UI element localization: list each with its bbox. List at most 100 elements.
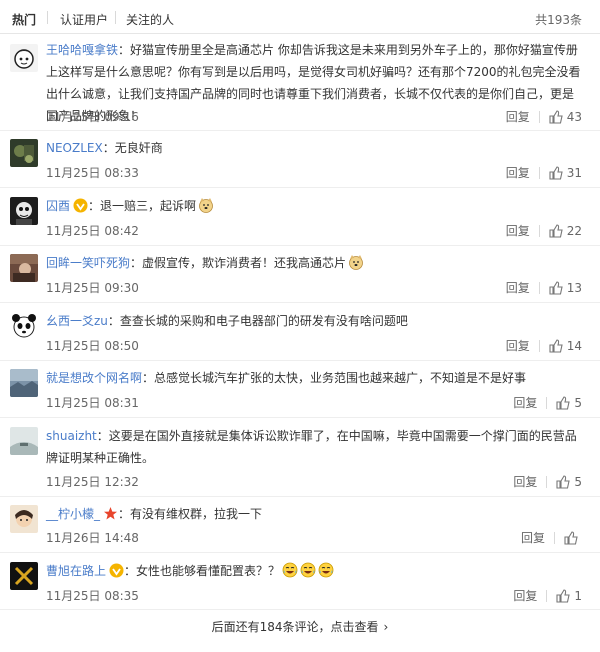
comment-time: 11月25日 08:35 <box>46 589 139 603</box>
comment-item: NEOZLEX：无良奸商 11月25日 08:33 回复 31 <box>0 131 600 188</box>
comment-time: 11月25日 08:31 <box>46 396 139 410</box>
comment-text: 虚假宣传，欺诈消费者！还我高通芯片 <box>142 256 347 270</box>
comment-time: 11月25日 09:30 <box>46 281 139 295</box>
like-button[interactable]: 5 <box>556 396 582 410</box>
like-button[interactable]: 31 <box>549 166 582 180</box>
avatar[interactable] <box>10 44 38 72</box>
reply-button[interactable]: 回复 <box>506 337 530 354</box>
like-button[interactable]: 1 <box>556 589 582 603</box>
comment-time: 11月25日 08:50 <box>46 339 139 353</box>
avatar[interactable] <box>10 312 38 340</box>
chevron-right-icon: › <box>383 620 389 634</box>
avatar[interactable] <box>10 197 38 225</box>
comment-username[interactable]: 就是想改个网名啊 <box>46 371 142 385</box>
avatar[interactable] <box>10 254 38 282</box>
reply-button[interactable]: 回复 <box>521 529 545 546</box>
comment-item: 王哈哈嘎拿铁：好猫宣传册里全是高通芯片 你却告诉我这是未来用到另外车子上的，那你… <box>0 34 600 131</box>
comment-actions: 回复 22 <box>506 222 582 239</box>
comment-time: 11月25日 08:42 <box>46 224 139 238</box>
reply-button[interactable]: 回复 <box>506 279 530 296</box>
comment-actions: 回复 43 <box>506 108 582 125</box>
laugh-cry-emoji-icon <box>318 562 334 578</box>
comment-text: 女性也能够看懂配置表？？ <box>136 564 281 578</box>
reply-button[interactable]: 回复 <box>513 394 537 411</box>
comment-actions: 回复 5 <box>513 473 582 490</box>
comment-time: 11月25日 12:32 <box>46 475 139 489</box>
comment-time: 11月26日 14:48 <box>46 531 139 545</box>
doge-emoji-icon <box>199 198 213 213</box>
tab-verified-users[interactable]: 认证用户 <box>60 11 108 28</box>
reply-button[interactable]: 回复 <box>506 164 530 181</box>
verified-badge-icon <box>109 563 124 578</box>
comment-tabs: 热门 认证用户 关注的人 共193条 <box>0 0 600 34</box>
comment-username[interactable]: NEOZLEX <box>46 141 103 155</box>
comment-username[interactable]: shuaizht <box>46 429 97 443</box>
comment-actions: 回复 5 <box>513 394 582 411</box>
comment-text: 查查长城的采购和电子电器部门的研发有没有啥问题吧 <box>119 314 408 328</box>
like-button[interactable]: 14 <box>549 339 582 353</box>
avatar[interactable] <box>10 139 38 167</box>
comment-username[interactable]: 曹旭在路上 <box>46 564 106 578</box>
comment-username[interactable]: 囚酉 <box>46 199 70 213</box>
comment-item: 囚酉 ：退一赔三，起诉啊 11月25日 08:42 回复 22 <box>0 188 600 246</box>
comment-actions: 回复 13 <box>506 279 582 296</box>
like-button[interactable]: 13 <box>549 281 582 295</box>
like-count: 5 <box>574 395 582 410</box>
like-button[interactable]: 22 <box>549 224 582 238</box>
reply-button[interactable]: 回复 <box>506 108 530 125</box>
comment-actions: 回复 14 <box>506 337 582 354</box>
more-comments-link[interactable]: 后面还有184条评论，点击查看 › <box>0 618 600 635</box>
avatar[interactable] <box>10 369 38 397</box>
like-count: 5 <box>574 474 582 489</box>
like-button[interactable]: 5 <box>556 475 582 489</box>
like-button[interactable] <box>564 530 582 545</box>
thumbs-up-icon <box>556 588 571 603</box>
reply-button[interactable]: 回复 <box>513 587 537 604</box>
comment-panel: 热门 认证用户 关注的人 共193条 王哈哈嘎拿铁：好猫宣传册里全是高通芯片 你… <box>0 0 600 652</box>
comment-username[interactable]: __柠小檬_ <box>46 507 100 521</box>
star-badge-icon <box>104 507 118 520</box>
thumbs-up-icon <box>549 109 563 124</box>
reply-button[interactable]: 回复 <box>506 222 530 239</box>
more-comments-label: 后面还有184条评论，点击查看 <box>211 620 379 634</box>
thumbs-up-icon <box>556 395 571 410</box>
comment-text: 总感觉长城汽车扩张的太快，业务范围也越来越广，不知道是不是好事 <box>154 371 527 385</box>
like-count: 14 <box>566 338 582 353</box>
comment-item: 曹旭在路上 ：女性也能够看懂配置表？？ 11月25日 08:35 回复 1 <box>0 553 600 610</box>
tab-hot[interactable]: 热门 <box>12 11 36 28</box>
comment-item: shuaizht：这要是在国外直接就是集体诉讼欺诈罪了，在中国嘛，毕竟中国需要一… <box>0 418 600 497</box>
laugh-cry-emoji-icon <box>282 562 298 578</box>
avatar[interactable] <box>10 562 38 590</box>
comment-item: 幺西一爻zu：查查长城的采购和电子电器部门的研发有没有啥问题吧 11月25日 0… <box>0 303 600 361</box>
thumbs-up-icon <box>549 338 563 353</box>
comment-actions: 回复 31 <box>506 164 582 181</box>
tab-divider <box>115 11 116 24</box>
like-count: 1 <box>574 588 582 603</box>
comment-username[interactable]: 回眸一笑吓死狗 <box>46 256 130 270</box>
thumbs-up-icon <box>549 165 563 180</box>
tab-following[interactable]: 关注的人 <box>126 11 174 28</box>
comment-time: 11月25日 08:33 <box>46 166 139 180</box>
avatar[interactable] <box>10 505 38 533</box>
reply-button[interactable]: 回复 <box>513 473 537 490</box>
thumbs-up-icon <box>549 280 563 295</box>
like-count: 13 <box>566 280 582 295</box>
like-count: 43 <box>566 109 582 124</box>
comment-item: 回眸一笑吓死狗：虚假宣传，欺诈消费者！还我高通芯片 11月25日 09:30 回… <box>0 246 600 303</box>
tab-divider <box>47 11 48 24</box>
thumbs-up-icon <box>564 530 578 545</box>
comment-item: __柠小檬_ ：有没有维权群，拉我一下 11月26日 14:48 回复 <box>0 497 600 553</box>
comment-text: 退一赔三，起诉啊 <box>100 199 197 213</box>
thumbs-up-icon <box>556 474 571 489</box>
comment-text: 这要是在国外直接就是集体诉讼欺诈罪了，在中国嘛，毕竟中国需要一个撑门面的民营品牌… <box>46 429 577 465</box>
avatar[interactable] <box>10 427 38 455</box>
like-button[interactable]: 43 <box>549 110 582 124</box>
comment-username[interactable]: 幺西一爻zu <box>46 314 108 328</box>
thumbs-up-icon <box>549 223 563 238</box>
comment-time: 11月25日 09:16 <box>46 110 139 124</box>
comment-item: 就是想改个网名啊：总感觉长城汽车扩张的太快，业务范围也越来越广，不知道是不是好事… <box>0 361 600 418</box>
laugh-cry-emoji-icon <box>300 562 316 578</box>
doge-emoji-icon <box>349 255 363 270</box>
like-count: 22 <box>566 223 582 238</box>
comment-username[interactable]: 王哈哈嘎拿铁 <box>46 43 118 57</box>
